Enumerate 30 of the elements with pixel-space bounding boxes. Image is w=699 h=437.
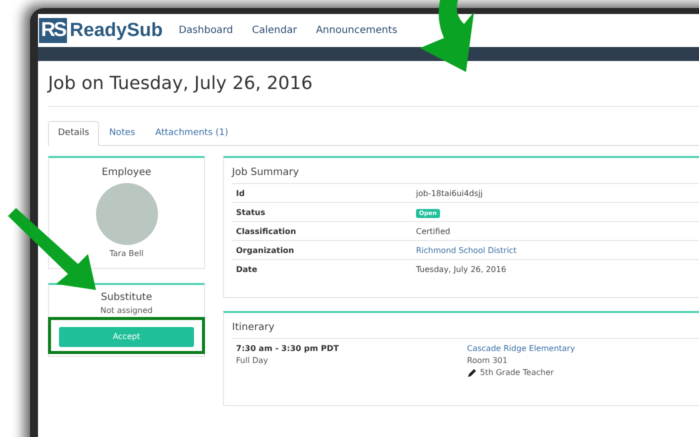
tab[interactable]: Details xyxy=(48,121,100,146)
row-label: Organization xyxy=(235,246,296,254)
card-heading: Itinerary xyxy=(232,322,276,333)
card-heading: Employee xyxy=(102,167,152,178)
position: 5th Grade Teacher xyxy=(480,367,554,379)
logo-mark[interactable]: RS xyxy=(39,18,67,43)
row-label: Id xyxy=(235,188,246,198)
row-label: Date xyxy=(235,264,258,274)
duration: Full Day xyxy=(236,355,270,367)
row-label: Status xyxy=(235,208,266,216)
nav-link[interactable]: Calendar xyxy=(252,25,297,36)
logo-text[interactable]: ReadySub xyxy=(70,20,163,42)
page-title: Job on Tuesday, July 26, 2016 xyxy=(48,73,314,94)
location-link[interactable]: Cascade Ridge Elementary xyxy=(467,343,698,355)
time-range: 7:30 am - 3:30 pm PDT xyxy=(236,343,340,355)
nav-link[interactable]: Dashboard xyxy=(178,25,233,36)
tab[interactable]: Attachments (1) xyxy=(145,121,238,145)
row-value: job-18tai6ui4dsjj xyxy=(416,188,483,198)
pencil-icon xyxy=(467,368,477,378)
room: Room 301 xyxy=(467,355,509,367)
row-value: Certified xyxy=(416,226,450,236)
card-heading: Substitute xyxy=(100,292,152,303)
employee-name: Tara Bell xyxy=(109,249,144,258)
organization-link[interactable]: Richmond School District xyxy=(416,246,516,254)
tab[interactable]: Notes xyxy=(99,121,146,145)
row-value: Tuesday, July 26, 2016 xyxy=(416,264,506,274)
substitute-status: Not assigned xyxy=(100,306,153,316)
row-label: Classification xyxy=(235,226,298,236)
card-heading: Job Summary xyxy=(232,167,300,178)
nav-link[interactable]: Announcements xyxy=(316,25,398,36)
